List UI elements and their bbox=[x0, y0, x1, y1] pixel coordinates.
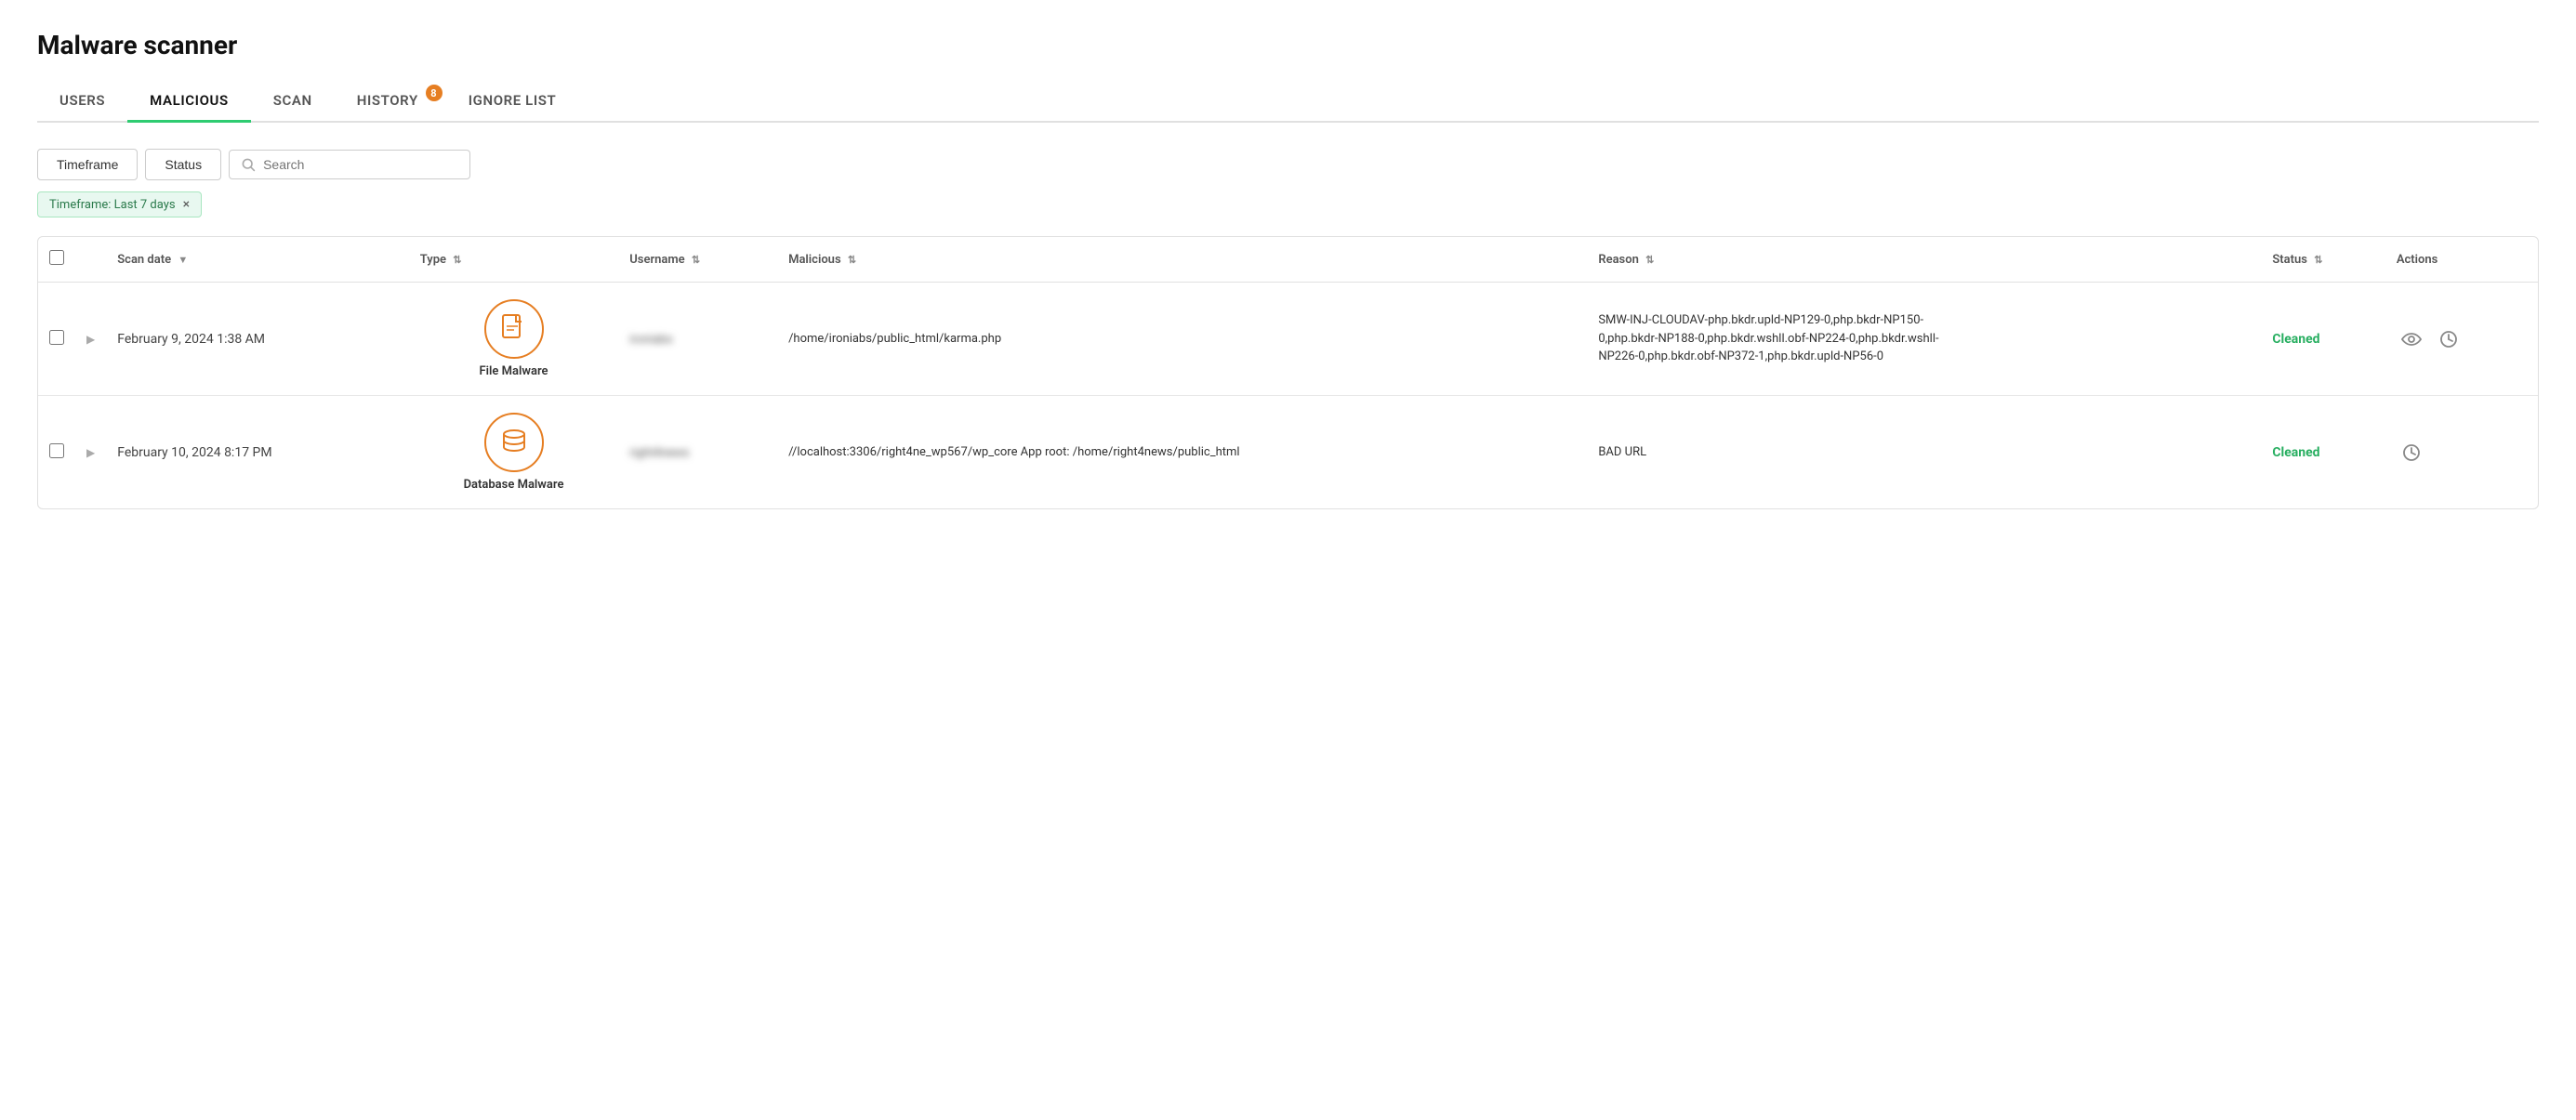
row1-type: File Malware bbox=[409, 283, 619, 396]
row2-username: right4news bbox=[618, 396, 777, 509]
username-sort-icon: ⇅ bbox=[692, 254, 700, 266]
row1-actions bbox=[2385, 283, 2538, 396]
row2-checkbox[interactable] bbox=[49, 443, 64, 458]
type-sort-icon: ⇅ bbox=[453, 254, 461, 266]
clock-icon bbox=[2402, 443, 2421, 462]
header-checkbox-cell bbox=[38, 237, 75, 283]
row1-actions-cell bbox=[2397, 324, 2527, 354]
row1-username: ironiabs bbox=[618, 283, 777, 396]
results-table-wrap: Scan date ▼ Type ⇅ Username ⇅ Malicious … bbox=[37, 236, 2539, 509]
header-reason[interactable]: Reason ⇅ bbox=[1587, 237, 2261, 283]
history-badge: 8 bbox=[426, 85, 443, 101]
tab-users[interactable]: USERS bbox=[37, 83, 127, 123]
row1-type-icon-circle bbox=[484, 299, 544, 359]
row1-status: Cleaned bbox=[2261, 283, 2384, 396]
row1-type-label: File Malware bbox=[480, 364, 548, 378]
search-icon bbox=[241, 157, 256, 172]
row2-history-button[interactable] bbox=[2397, 438, 2426, 468]
select-all-checkbox[interactable] bbox=[49, 250, 64, 265]
table-header-row: Scan date ▼ Type ⇅ Username ⇅ Malicious … bbox=[38, 237, 2538, 283]
malicious-sort-icon: ⇅ bbox=[848, 254, 856, 266]
row2-scan-date: February 10, 2024 8:17 PM bbox=[106, 396, 409, 509]
header-username[interactable]: Username ⇅ bbox=[618, 237, 777, 283]
timeframe-button[interactable]: Timeframe bbox=[37, 149, 138, 180]
row2-actions bbox=[2385, 396, 2538, 509]
tab-ignore-list[interactable]: IGNORE LIST bbox=[446, 83, 579, 123]
tab-scan[interactable]: SCAN bbox=[251, 83, 335, 123]
row2-type-icon-circle bbox=[484, 413, 544, 472]
scan-date-sort-icon: ▼ bbox=[178, 254, 188, 266]
row2-type-wrap: Database Malware bbox=[420, 413, 608, 492]
row2-malicious-path: //localhost:3306/right4ne_wp567/wp_core … bbox=[788, 443, 1576, 462]
reason-sort-icon: ⇅ bbox=[1645, 254, 1654, 266]
row1-malicious: /home/ironiabs/public_html/karma.php bbox=[777, 283, 1587, 396]
row1-username-value: ironiabs bbox=[629, 333, 672, 347]
row1-scan-date: February 9, 2024 1:38 AM bbox=[106, 283, 409, 396]
row1-expand[interactable]: ▶ bbox=[75, 283, 106, 396]
row1-reason: SMW-INJ-CLOUDAV-php.bkdr.upld-NP129-0,ph… bbox=[1587, 283, 2261, 396]
tab-malicious[interactable]: MALICIOUS bbox=[127, 83, 251, 123]
header-actions: Actions bbox=[2385, 237, 2538, 283]
row1-view-button[interactable] bbox=[2397, 324, 2426, 354]
expand-arrow-icon[interactable]: ▶ bbox=[86, 446, 95, 459]
header-status[interactable]: Status ⇅ bbox=[2261, 237, 2384, 283]
table-row: ▶ February 10, 2024 8:17 PM bbox=[38, 396, 2538, 509]
database-malware-icon bbox=[501, 428, 527, 457]
row2-actions-cell bbox=[2397, 438, 2527, 468]
row1-checkbox[interactable] bbox=[49, 330, 64, 345]
table-row: ▶ February 9, 2024 1:38 AM bbox=[38, 283, 2538, 396]
remove-filter-button[interactable]: × bbox=[183, 197, 190, 212]
row1-type-wrap: File Malware bbox=[420, 299, 608, 378]
row1-malicious-path: /home/ironiabs/public_html/karma.php bbox=[788, 330, 1576, 349]
row2-status-badge: Cleaned bbox=[2272, 445, 2319, 460]
row2-checkbox-cell bbox=[38, 396, 75, 509]
active-filter-chip[interactable]: Timeframe: Last 7 days × bbox=[37, 191, 202, 217]
page-title: Malware scanner bbox=[37, 30, 2539, 60]
header-type[interactable]: Type ⇅ bbox=[409, 237, 619, 283]
search-input[interactable] bbox=[263, 157, 458, 172]
row1-reason-text: SMW-INJ-CLOUDAV-php.bkdr.upld-NP129-0,ph… bbox=[1598, 311, 1970, 366]
tab-bar: USERS MALICIOUS SCAN HISTORY 8 IGNORE LI… bbox=[37, 83, 2539, 123]
row2-username-value: right4news bbox=[629, 446, 689, 460]
row2-type-label: Database Malware bbox=[464, 478, 564, 492]
file-malware-icon bbox=[501, 314, 527, 344]
tab-history[interactable]: HISTORY 8 bbox=[335, 83, 446, 123]
search-box bbox=[229, 150, 470, 179]
status-button[interactable]: Status bbox=[145, 149, 221, 180]
row2-reason-text: BAD URL bbox=[1598, 443, 1970, 462]
row2-expand[interactable]: ▶ bbox=[75, 396, 106, 509]
expand-arrow-icon[interactable]: ▶ bbox=[86, 333, 95, 346]
clock-icon bbox=[2439, 330, 2458, 349]
header-malicious[interactable]: Malicious ⇅ bbox=[777, 237, 1587, 283]
row2-malicious: //localhost:3306/right4ne_wp567/wp_core … bbox=[777, 396, 1587, 509]
row2-reason: BAD URL bbox=[1587, 396, 2261, 509]
eye-icon bbox=[2401, 332, 2422, 347]
row1-history-button[interactable] bbox=[2434, 324, 2464, 354]
status-sort-icon: ⇅ bbox=[2314, 254, 2322, 266]
results-table: Scan date ▼ Type ⇅ Username ⇅ Malicious … bbox=[38, 237, 2538, 508]
header-scan-date[interactable]: Scan date ▼ bbox=[106, 237, 409, 283]
active-filter-label: Timeframe: Last 7 days bbox=[49, 198, 176, 212]
row2-type: Database Malware bbox=[409, 396, 619, 509]
filter-bar: Timeframe Status bbox=[37, 149, 2539, 180]
row1-status-badge: Cleaned bbox=[2272, 332, 2319, 347]
row2-status: Cleaned bbox=[2261, 396, 2384, 509]
header-expand bbox=[75, 237, 106, 283]
row1-checkbox-cell bbox=[38, 283, 75, 396]
